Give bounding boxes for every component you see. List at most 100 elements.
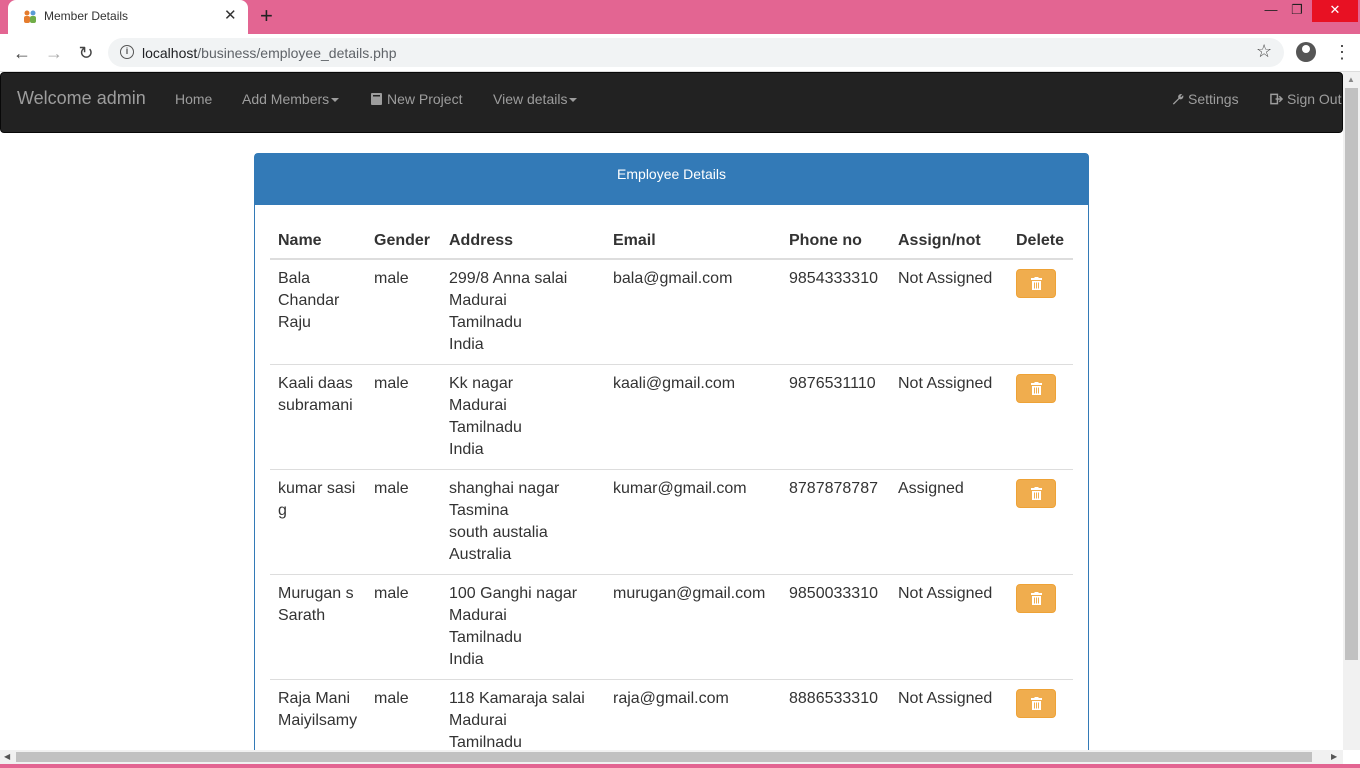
tab-close-icon[interactable]: ✕ bbox=[224, 7, 237, 25]
cell-email: bala@gmail.com bbox=[613, 270, 733, 287]
kebab-menu-icon[interactable]: ⋮ bbox=[1333, 42, 1351, 62]
table-row: Bala Chandar Raju male 299/8 Anna salai Mad… bbox=[270, 259, 1073, 365]
delete-button[interactable] bbox=[1016, 584, 1056, 613]
back-arrow-icon[interactable]: ← bbox=[10, 41, 34, 65]
cell-delete bbox=[1008, 259, 1073, 365]
employee-details-panel: Employee Details Name Gender Address Ema… bbox=[254, 153, 1089, 750]
cell-address: 100 Ganghi nagar Madurai Tamilnadu India bbox=[441, 574, 605, 680]
cell-email: raja@gmail.com bbox=[605, 679, 781, 750]
cell-delete bbox=[1008, 364, 1073, 470]
cell-gender: male bbox=[374, 270, 409, 287]
cell-phone: 8787878787 bbox=[781, 469, 890, 575]
people-favicon-icon bbox=[24, 10, 36, 23]
table-row: Raja Mani Maiyilsamy male 118 Kamaraja sa… bbox=[270, 679, 1073, 750]
trash-icon bbox=[1031, 592, 1042, 605]
cell-delete bbox=[1008, 679, 1073, 750]
col-email-header: Email bbox=[605, 219, 781, 260]
cell-assign: Not Assigned bbox=[890, 679, 1008, 750]
cell-name: Raja Mani Maiyilsamy bbox=[270, 679, 366, 750]
info-icon[interactable]: i bbox=[120, 45, 134, 59]
cell-name: kumar sasi g bbox=[270, 469, 366, 575]
cell-gender: male bbox=[366, 469, 441, 575]
cell-name: Murugan s Sarath bbox=[270, 574, 366, 680]
trash-icon bbox=[1031, 487, 1042, 500]
horizontal-scroll-thumb[interactable] bbox=[16, 752, 1312, 762]
cell-address: 118 Kamaraja salai Madurai Tamilnadu bbox=[441, 679, 605, 750]
col-delete-header: Delete bbox=[1008, 219, 1073, 260]
wrench-icon bbox=[1172, 94, 1184, 105]
bookmark-star-icon[interactable]: ☆ bbox=[1256, 41, 1272, 62]
nav-sign-out[interactable]: Sign Out bbox=[1270, 91, 1341, 107]
vertical-scroll-thumb[interactable] bbox=[1345, 88, 1358, 660]
col-assign-header: Assign/not bbox=[890, 219, 1008, 260]
url-input[interactable]: i localhost/business/employee_details.ph… bbox=[108, 38, 1284, 67]
tab-title: Member Details bbox=[44, 9, 129, 23]
cell-assign: Assigned bbox=[890, 469, 1008, 575]
cell-gender: male bbox=[366, 574, 441, 680]
trash-icon bbox=[1031, 697, 1042, 710]
cell-phone: 9854333310 bbox=[789, 270, 878, 287]
restore-button[interactable]: ❐ bbox=[1284, 0, 1310, 22]
scroll-right-arrow-icon[interactable]: ▶ bbox=[1331, 752, 1337, 761]
cell-email: murugan@gmail.com bbox=[605, 574, 781, 680]
panel-heading: Employee Details bbox=[255, 154, 1088, 205]
book-icon bbox=[371, 93, 382, 105]
navbar-brand[interactable]: Welcome admin bbox=[17, 88, 146, 109]
page-viewport: Welcome admin Home Add Members New Proje… bbox=[0, 72, 1343, 750]
cell-delete bbox=[1008, 469, 1073, 575]
cell-assign: Not Assigned bbox=[898, 270, 993, 287]
scroll-up-arrow-icon[interactable]: ▲ bbox=[1347, 75, 1355, 84]
scroll-left-arrow-icon[interactable]: ◀ bbox=[4, 752, 10, 761]
table-header-row: Name Gender Address Email Phone no Assig… bbox=[270, 219, 1073, 260]
close-window-button[interactable]: ✕ bbox=[1312, 0, 1358, 22]
delete-button[interactable] bbox=[1016, 689, 1056, 718]
caret-down-icon bbox=[569, 98, 578, 103]
cell-address: 299/8 Anna salai Madurai Tamilnadu India bbox=[449, 270, 568, 353]
col-address-header: Address bbox=[441, 219, 605, 260]
vertical-scrollbar[interactable]: ▲ bbox=[1343, 72, 1360, 750]
delete-button[interactable] bbox=[1016, 479, 1056, 508]
cell-address: shanghai nagar Tasmina south austalia Austr… bbox=[441, 469, 605, 575]
cell-assign: Not Assigned bbox=[890, 364, 1008, 470]
cell-phone: 9876531110 bbox=[781, 364, 890, 470]
trash-icon bbox=[1031, 277, 1042, 290]
delete-button[interactable] bbox=[1016, 269, 1056, 298]
employee-table: Name Gender Address Email Phone no Assig… bbox=[270, 219, 1073, 750]
taskbar-strip bbox=[0, 764, 1360, 768]
browser-tabbar: Member Details ✕ + — ❐ ✕ bbox=[0, 0, 1360, 34]
cell-email: kaali@gmail.com bbox=[605, 364, 781, 470]
caret-down-icon bbox=[331, 98, 340, 103]
nav-view-details[interactable]: View details bbox=[493, 91, 578, 107]
account-icon[interactable] bbox=[1296, 42, 1316, 62]
col-phone-header: Phone no bbox=[781, 219, 890, 260]
col-name-header: Name bbox=[270, 219, 366, 260]
cell-gender: male bbox=[366, 364, 441, 470]
nav-add-members[interactable]: Add Members bbox=[242, 91, 340, 107]
browser-tab[interactable]: Member Details ✕ bbox=[8, 0, 248, 34]
table-row: Murugan s Sarath male 100 Ganghi nagar Mad… bbox=[270, 574, 1073, 680]
cell-phone: 9850033310 bbox=[781, 574, 890, 680]
cell-gender: male bbox=[366, 679, 441, 750]
cell-email: kumar@gmail.com bbox=[605, 469, 781, 575]
table-row: kumar sasi g male shanghai nagar Tasmina so… bbox=[270, 469, 1073, 575]
cell-phone: 8886533310 bbox=[781, 679, 890, 750]
cell-address: Kk nagar Madurai Tamilnadu India bbox=[441, 364, 605, 470]
new-tab-button[interactable]: + bbox=[260, 5, 273, 27]
top-navbar: Welcome admin Home Add Members New Proje… bbox=[0, 72, 1343, 133]
delete-button[interactable] bbox=[1016, 374, 1056, 403]
url-text: localhost/business/employee_details.php bbox=[142, 45, 397, 61]
nav-new-project[interactable]: New Project bbox=[370, 91, 462, 107]
nav-home[interactable]: Home bbox=[175, 91, 212, 107]
table-row: Kaali daas subramani male Kk nagar Madurai… bbox=[270, 364, 1073, 470]
forward-arrow-icon[interactable]: → bbox=[42, 41, 66, 65]
minimize-button[interactable]: — bbox=[1258, 0, 1284, 22]
reload-icon[interactable]: ↻ bbox=[74, 41, 98, 65]
trash-icon bbox=[1031, 382, 1042, 395]
log-out-icon bbox=[1270, 93, 1283, 105]
horizontal-scrollbar[interactable]: ◀ ▶ bbox=[0, 750, 1343, 764]
cell-name: Bala Chandar Raju bbox=[278, 270, 340, 331]
nav-settings[interactable]: Settings bbox=[1171, 91, 1239, 107]
col-gender-header: Gender bbox=[366, 219, 441, 260]
cell-delete bbox=[1008, 574, 1073, 680]
cell-name: Kaali daas subramani bbox=[270, 364, 366, 470]
